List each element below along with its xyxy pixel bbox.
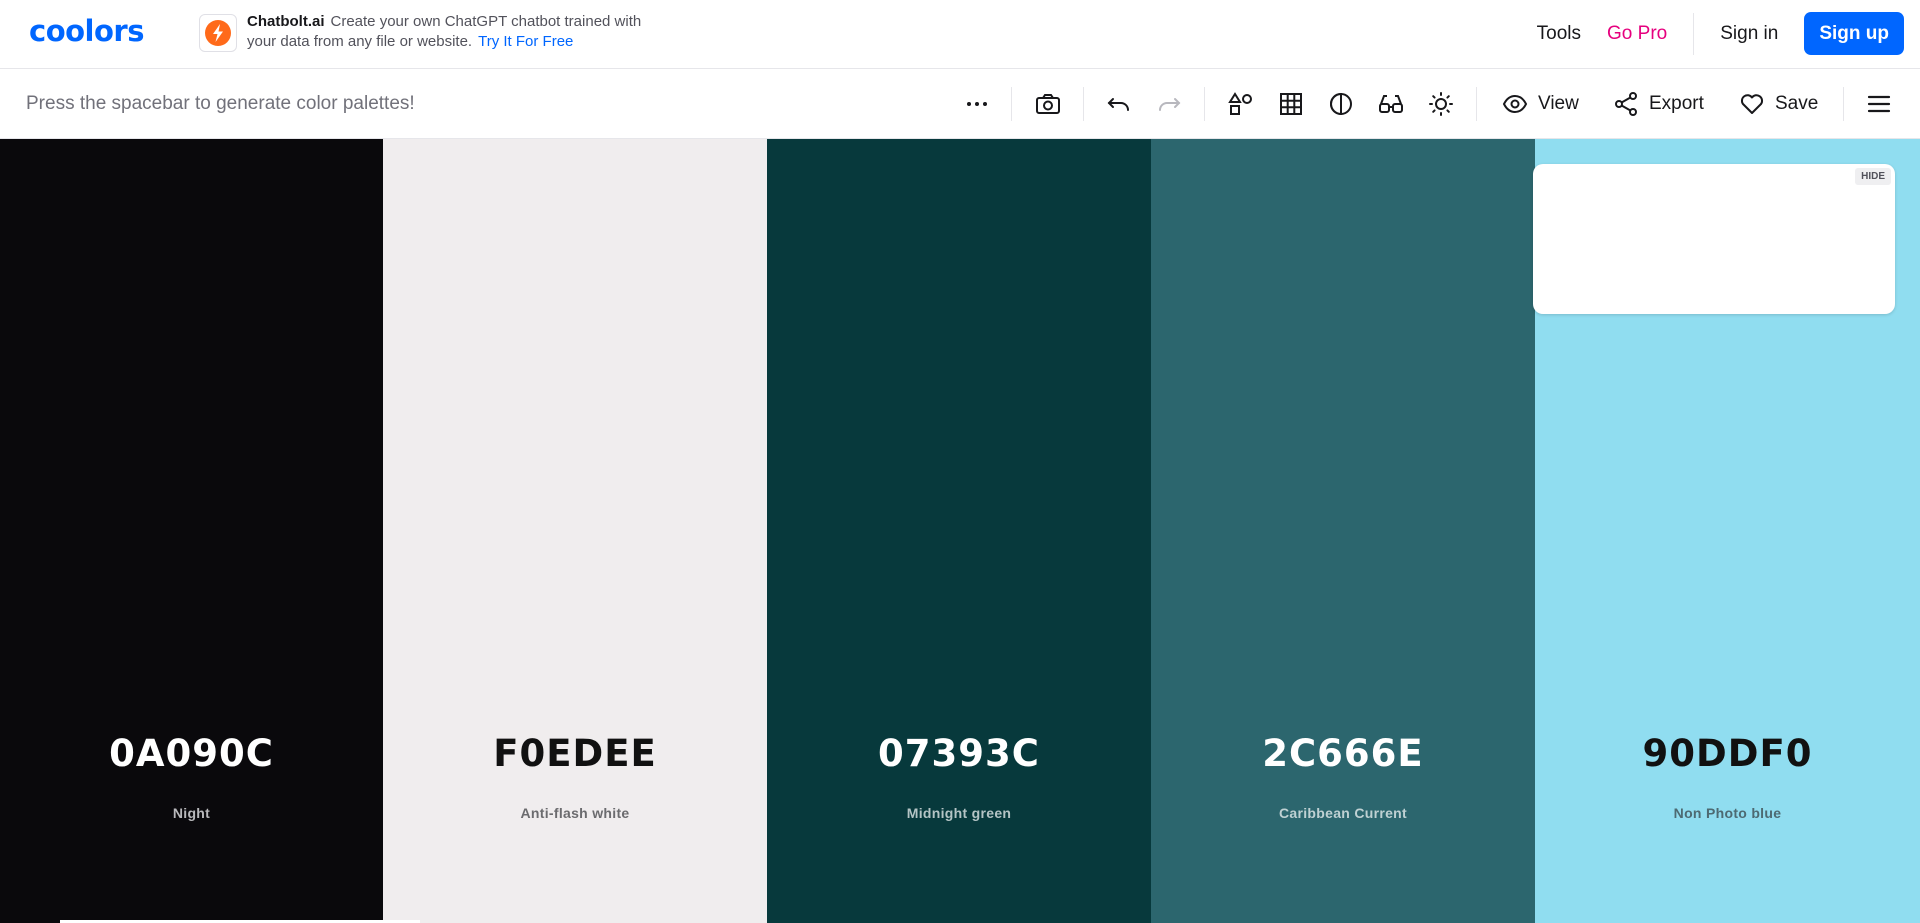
more-icon (967, 102, 987, 106)
sponsor-ad-text: Chatbolt.ai Create your own ChatGPT chatb… (247, 12, 667, 52)
sun-icon (1429, 92, 1453, 116)
view-button[interactable]: View (1502, 91, 1579, 117)
color-name[interactable]: Caribbean Current (1151, 805, 1535, 821)
color-column[interactable]: F0EDEE Anti-flash white (383, 139, 767, 923)
contrast-icon (1330, 92, 1352, 116)
quick-view-button[interactable] (1228, 91, 1254, 117)
sponsor-ad[interactable]: Chatbolt.ai Create your own ChatGPT chatb… (199, 12, 667, 52)
toolbar-divider (1083, 87, 1084, 121)
view-label: View (1538, 93, 1579, 114)
nav-divider (1693, 12, 1695, 55)
color-hex-code[interactable]: 0A090C (0, 732, 383, 775)
shapes-icon (1228, 92, 1252, 115)
undo-button[interactable] (1106, 91, 1132, 117)
menu-icon (1867, 95, 1891, 113)
heart-icon (1740, 94, 1764, 114)
glasses-icon (1379, 95, 1403, 113)
chatbolt-logo-icon (199, 14, 237, 52)
sponsor-brand: Chatbolt.ai (247, 13, 325, 30)
color-name[interactable]: Midnight green (767, 805, 1151, 821)
toolbar-divider (1843, 87, 1844, 121)
eye-icon (1502, 94, 1528, 114)
more-options-button[interactable] (964, 91, 990, 117)
color-name[interactable]: Anti-flash white (383, 805, 767, 821)
color-column[interactable]: 0A090C Night (0, 139, 383, 923)
main-menu-button[interactable] (1866, 91, 1892, 117)
nav-actions: Tools Go Pro Sign in Sign up (1537, 12, 1904, 55)
palette-toolbar: Press the spacebar to generate color pal… (0, 69, 1920, 139)
sponsor-cta-link[interactable]: Try It For Free (478, 33, 573, 50)
toolbar-divider (1476, 87, 1477, 121)
redo-button[interactable] (1156, 91, 1182, 117)
export-button[interactable]: Export (1613, 91, 1704, 117)
contrast-button[interactable] (1328, 91, 1354, 117)
sign-up-button[interactable]: Sign up (1804, 12, 1904, 55)
grid-icon (1280, 93, 1302, 115)
coolors-logo[interactable]: coolors (29, 14, 144, 48)
export-label: Export (1649, 93, 1704, 114)
hide-ad-button[interactable]: HIDE (1855, 168, 1891, 185)
color-hex-code[interactable]: 2C666E (1151, 732, 1535, 775)
ad-card: HIDE (1533, 164, 1895, 314)
screenshot-button[interactable] (1035, 91, 1061, 117)
toolbar-divider (1011, 87, 1012, 121)
sign-in-link[interactable]: Sign in (1720, 23, 1778, 45)
top-navigation: coolors Chatbolt.ai Create your own ChatG… (0, 0, 1920, 69)
save-label: Save (1775, 93, 1819, 114)
color-hex-code[interactable]: F0EDEE (383, 732, 767, 775)
tools-link[interactable]: Tools (1537, 23, 1581, 45)
color-hex-code[interactable]: 07393C (767, 732, 1151, 775)
color-name[interactable]: Non Photo blue (1535, 805, 1920, 821)
save-button[interactable]: Save (1739, 91, 1818, 117)
color-column[interactable]: 07393C Midnight green (767, 139, 1151, 923)
color-hex-code[interactable]: 90DDF0 (1535, 732, 1920, 775)
share-icon (1615, 92, 1637, 116)
camera-icon (1036, 94, 1060, 114)
grid-view-button[interactable] (1278, 91, 1304, 117)
spacebar-hint: Press the spacebar to generate color pal… (26, 93, 415, 114)
go-pro-link[interactable]: Go Pro (1607, 23, 1667, 45)
brightness-button[interactable] (1428, 91, 1454, 117)
color-blindness-button[interactable] (1378, 91, 1404, 117)
color-column[interactable]: 2C666E Caribbean Current (1151, 139, 1535, 923)
redo-icon (1159, 98, 1181, 111)
undo-icon (1107, 98, 1129, 111)
toolbar-divider (1204, 87, 1205, 121)
color-name[interactable]: Night (0, 805, 383, 821)
